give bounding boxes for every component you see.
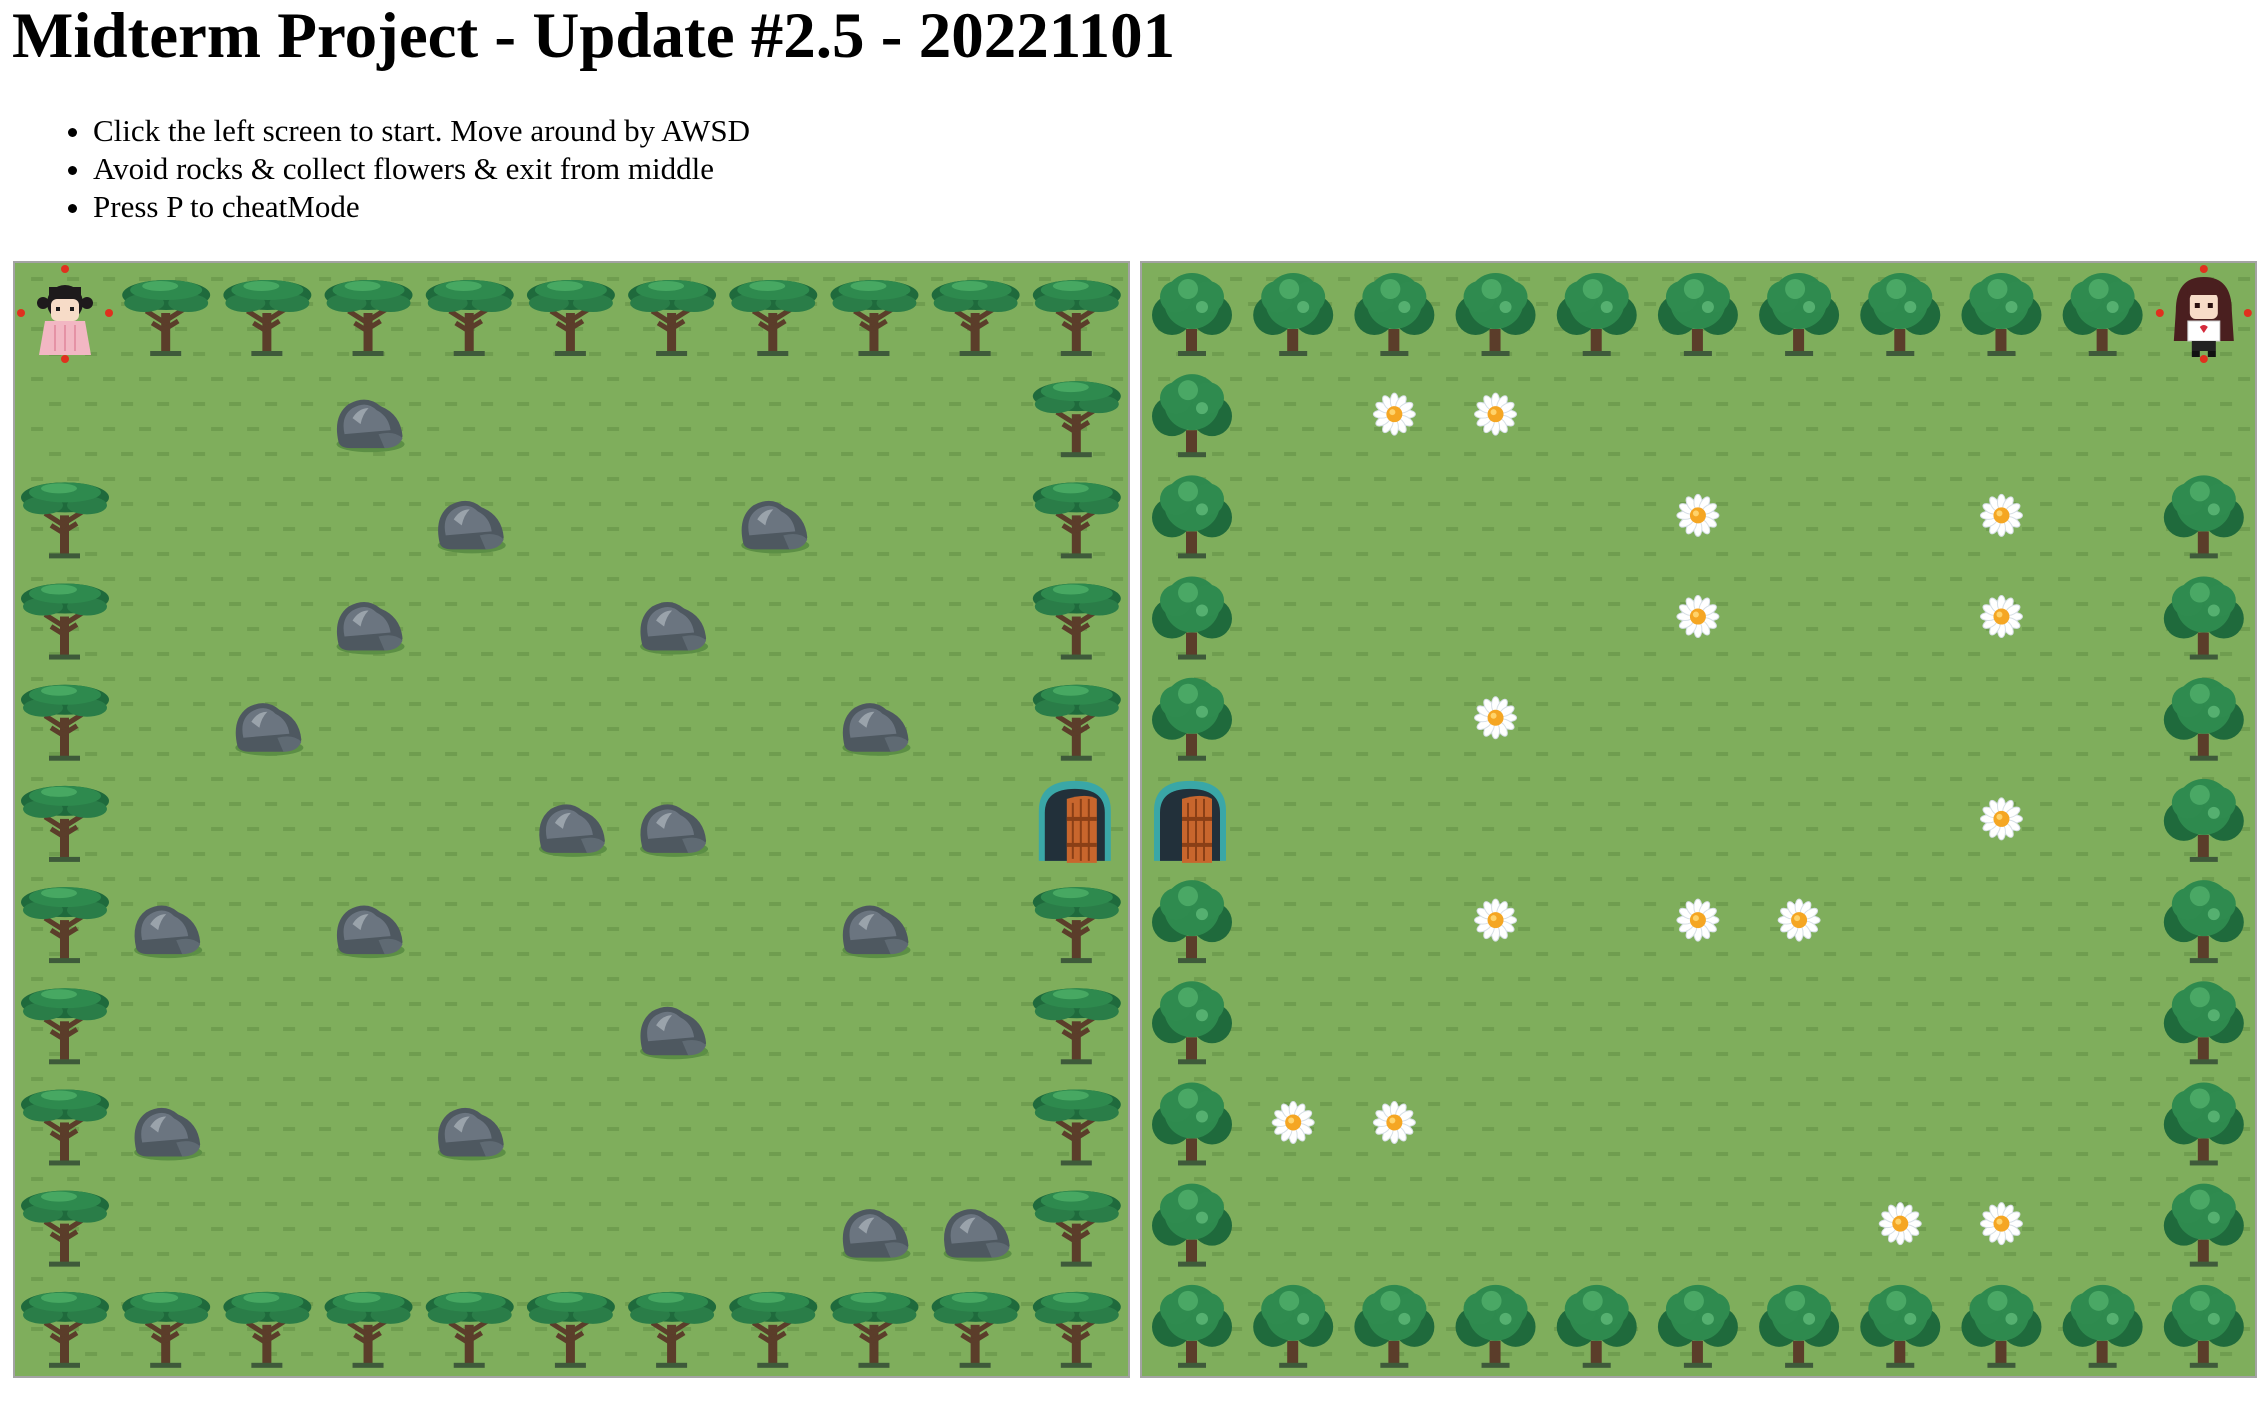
left-game-canvas[interactable]: [13, 261, 1130, 1378]
instruction-item: Press P to cheatMode: [93, 188, 750, 226]
right-board-scene[interactable]: [1142, 263, 2255, 1376]
page-title: Midterm Project - Update #2.5 - 20221101: [12, 0, 1176, 72]
instructions-list: Click the left screen to start. Move aro…: [55, 112, 750, 226]
exit-door-icon: [1154, 780, 1226, 863]
exit-door-icon: [1038, 780, 1111, 863]
right-game-canvas[interactable]: [1140, 261, 2257, 1378]
left-board-scene[interactable]: [15, 263, 1128, 1376]
instruction-item: Click the left screen to start. Move aro…: [93, 112, 750, 150]
instruction-item: Avoid rocks & collect flowers & exit fro…: [93, 150, 750, 188]
